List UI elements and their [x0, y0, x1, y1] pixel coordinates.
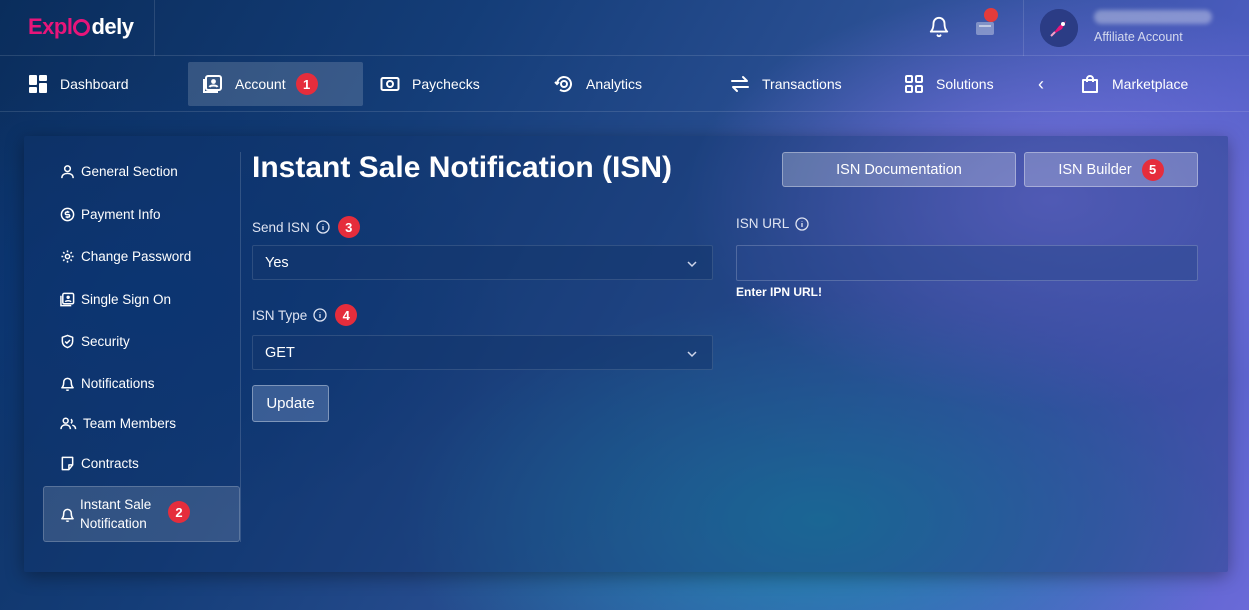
callout-badge-3: 3	[337, 216, 360, 238]
nav-transactions[interactable]: Transactions	[730, 62, 842, 106]
sidebar-item-label: Instant Sale Notification	[80, 497, 152, 531]
isn-type-value: GET	[265, 344, 295, 361]
isn-documentation-button[interactable]: ISN Documentation	[782, 152, 1016, 187]
sidebar-item-label: General Section	[81, 164, 178, 179]
paycheck-icon	[380, 77, 400, 91]
isn-url-label: ISN URL	[736, 216, 790, 231]
nav-marketplace[interactable]: Marketplace	[1080, 62, 1188, 106]
contract-icon	[61, 456, 74, 471]
nav-paychecks-label: Paychecks	[412, 76, 480, 92]
top-bar: Expl dely Affiliate Account	[0, 0, 1249, 56]
dollar-circle-icon	[60, 207, 75, 222]
sidebar-item-team-members[interactable]: Team Members	[60, 416, 176, 431]
sidebar-divider	[240, 152, 241, 542]
nav-dashboard[interactable]: Dashboard	[28, 62, 129, 106]
cart-count-badge	[984, 8, 998, 22]
explodely-logo[interactable]: Expl dely	[28, 14, 134, 40]
bell-icon	[61, 377, 74, 391]
info-icon[interactable]	[795, 216, 809, 231]
nav-scroll-left[interactable]: ‹	[1038, 62, 1044, 106]
nav-solutions[interactable]: Solutions	[904, 62, 994, 106]
chevron-down-icon	[687, 261, 697, 268]
sidebar-item-general-section[interactable]: General Section	[60, 164, 178, 179]
chevron-left-icon: ‹	[1038, 73, 1044, 94]
nav-account-label: Account	[235, 76, 286, 92]
callout-badge-4: 4	[335, 304, 358, 326]
isn-url-label-row: ISN URL	[736, 216, 809, 231]
bell-icon	[60, 507, 75, 522]
team-icon	[60, 417, 77, 430]
callout-badge-1: 1	[295, 73, 318, 95]
send-isn-label-row: Send ISN 3	[252, 216, 360, 238]
notification-bell-icon[interactable]	[928, 16, 950, 38]
user-icon	[61, 165, 74, 179]
chevron-down-icon	[687, 351, 697, 358]
transfer-arrows-icon	[731, 76, 749, 92]
sidebar-item-label: Contracts	[81, 456, 139, 471]
nav-analytics[interactable]: Analytics	[554, 62, 642, 106]
isn-type-label-row: ISN Type 4	[252, 304, 358, 326]
user-role: Affiliate Account	[1094, 30, 1183, 44]
nav-account[interactable]: Account 1	[188, 62, 363, 106]
logo-text-left: Expl	[28, 14, 73, 39]
info-icon[interactable]	[313, 308, 327, 322]
sidebar-item-contracts[interactable]: Contracts	[60, 456, 139, 471]
send-isn-value: Yes	[265, 254, 289, 271]
logo-text-right: dely	[91, 14, 134, 39]
id-card-icon	[60, 292, 75, 307]
nav-paychecks[interactable]: Paychecks	[380, 62, 480, 106]
sidebar-item-label: Change Password	[81, 249, 192, 264]
solutions-grid-icon	[905, 75, 923, 93]
analytics-icon	[554, 76, 572, 93]
dashboard-grid-icon	[29, 75, 47, 93]
nav-analytics-label: Analytics	[586, 76, 643, 92]
page-title: Instant Sale Notification (ISN)	[252, 151, 673, 184]
isn-url-helper-text: Enter IPN URL!	[736, 285, 823, 299]
sidebar-item-label: Team Members	[83, 416, 177, 431]
shield-icon	[61, 334, 74, 349]
nav-dashboard-label: Dashboard	[60, 76, 129, 92]
callout-badge-5: 5	[1141, 158, 1164, 181]
sidebar-item-change-password[interactable]: Change Password	[60, 249, 191, 264]
send-isn-label: Send ISN	[252, 219, 310, 235]
sidebar-item-notifications[interactable]: Notifications	[60, 376, 155, 391]
sidebar-item-single-sign-on[interactable]: Single Sign On	[60, 292, 171, 307]
isn-builder-label: ISN Builder	[1058, 161, 1132, 178]
sidebar-item-label: Security	[81, 334, 130, 349]
main-nav: Dashboard Account 1 Paychecks Analytics …	[0, 56, 1249, 112]
update-button[interactable]: Update	[252, 385, 329, 422]
sidebar-item-security[interactable]: Security	[60, 334, 130, 349]
nav-solutions-label: Solutions	[936, 76, 994, 92]
info-icon[interactable]	[316, 220, 330, 234]
isn-type-label: ISN Type	[252, 307, 308, 323]
sidebar-item-label: Payment Info	[81, 207, 161, 222]
send-isn-select[interactable]: Yes	[252, 245, 713, 280]
account-card-icon	[203, 75, 222, 93]
isn-builder-button[interactable]: ISN Builder 5	[1024, 152, 1198, 187]
avatar[interactable]	[1040, 9, 1078, 47]
sidebar-item-payment-info[interactable]: Payment Info	[60, 207, 161, 222]
nav-marketplace-label: Marketplace	[1112, 76, 1189, 92]
gear-icon	[61, 250, 74, 263]
sidebar-item-label: Single Sign On	[81, 292, 172, 307]
callout-badge-2: 2	[168, 501, 190, 523]
logo-cell: Expl dely	[0, 0, 155, 56]
isn-url-input[interactable]	[736, 245, 1198, 281]
shopping-bag-icon	[1082, 75, 1098, 93]
isn-type-select[interactable]: GET	[252, 335, 713, 370]
sidebar-item-label: Notifications	[81, 376, 155, 391]
user-name-blurred	[1094, 10, 1212, 24]
nav-transactions-label: Transactions	[762, 76, 842, 92]
logo-o-mark	[73, 19, 91, 36]
